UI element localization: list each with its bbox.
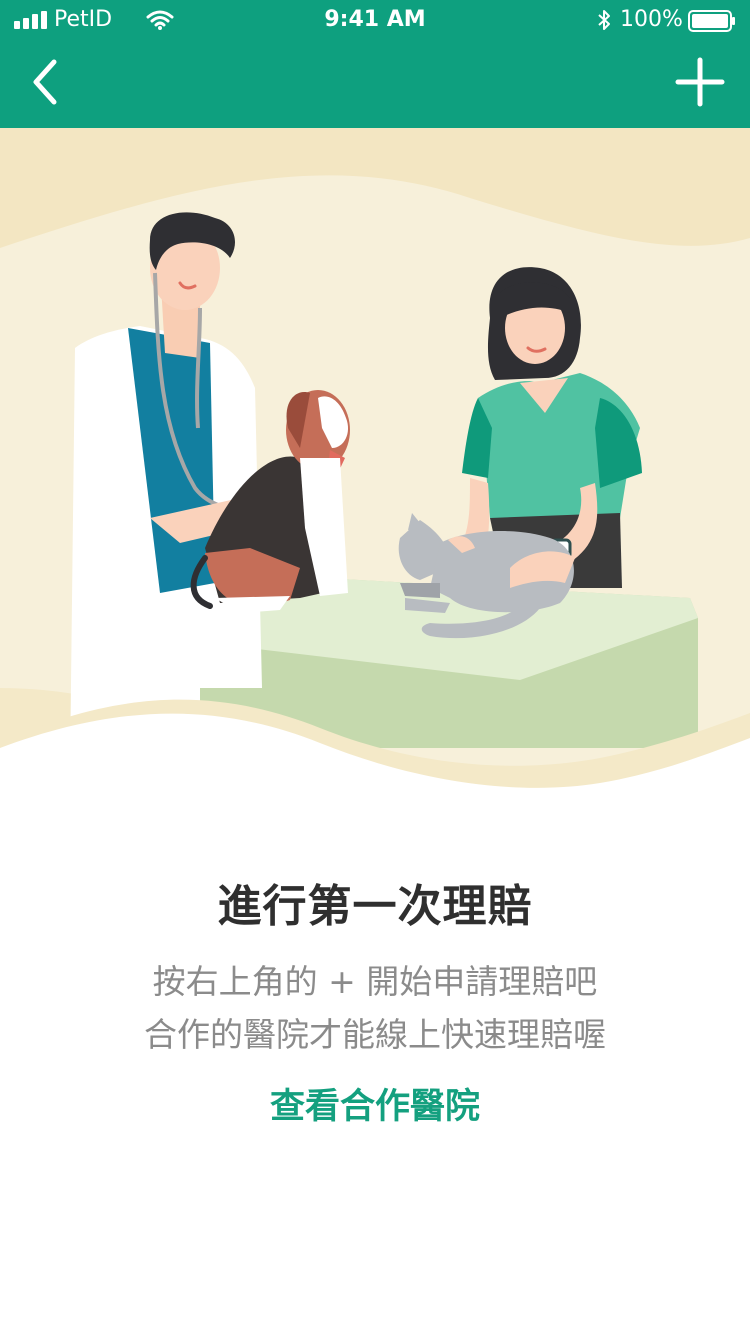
view-partner-hospitals-link[interactable]: 查看合作醫院	[0, 1078, 750, 1129]
back-button[interactable]	[22, 52, 78, 112]
battery-percent: 100%	[620, 7, 683, 32]
page-title: 進行第一次理賠	[217, 881, 533, 932]
instruction-line-1: 按右上角的 + 開始申請理賠吧	[152, 962, 598, 1001]
status-bar: PetID 9:41 AM 100%	[0, 0, 750, 40]
battery-icon	[688, 10, 735, 32]
instruction-line-2: 合作的醫院才能線上快速理賠喔	[144, 1015, 606, 1054]
add-claim-button[interactable]	[668, 52, 732, 112]
plus-icon	[675, 57, 725, 107]
bluetooth-icon	[598, 10, 610, 30]
app-header: PetID 9:41 AM 100%	[0, 0, 750, 128]
chevron-left-icon	[33, 59, 57, 105]
vet-illustration	[0, 128, 750, 808]
